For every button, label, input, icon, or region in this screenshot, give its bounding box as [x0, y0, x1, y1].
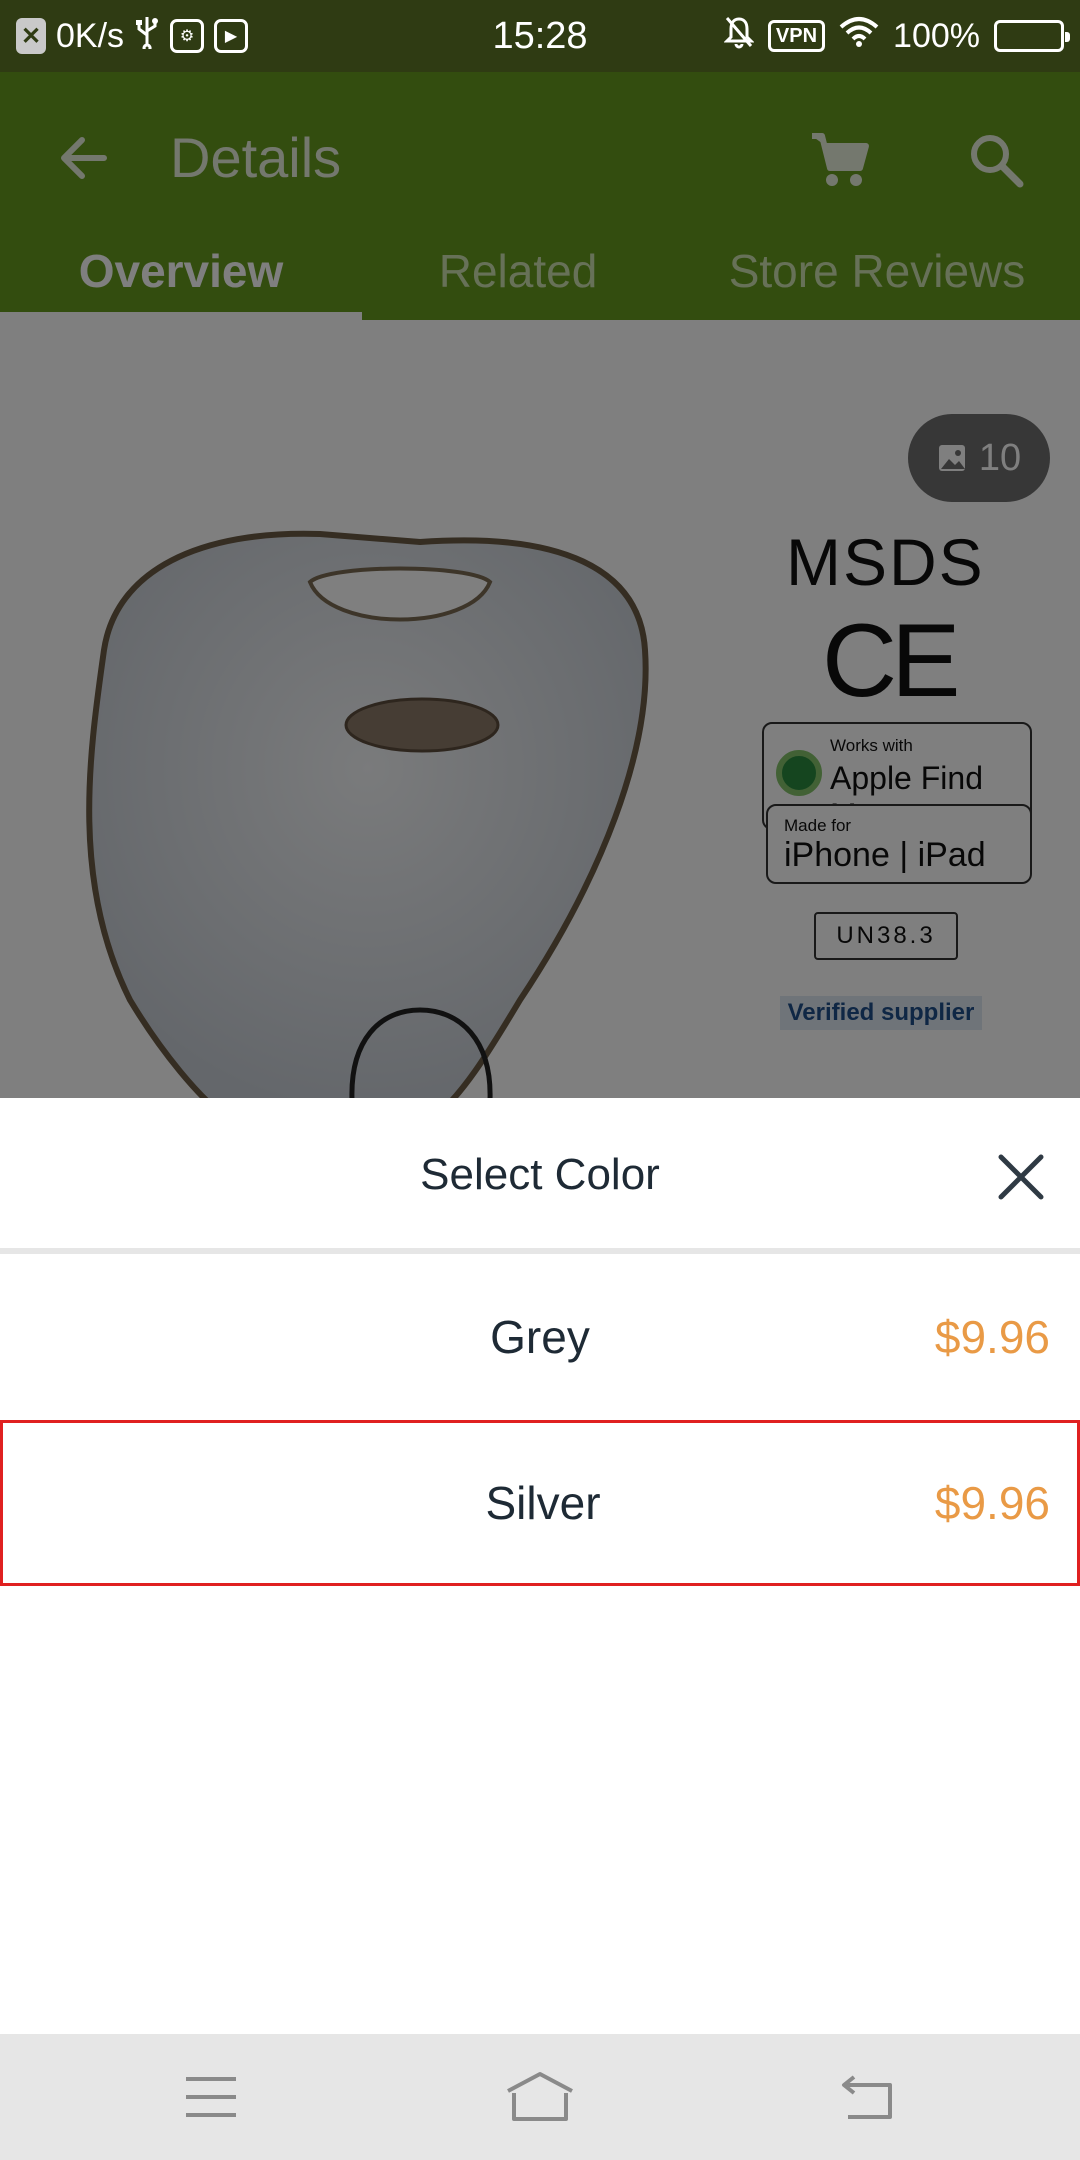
close-icon	[998, 1154, 1044, 1200]
close-button[interactable]	[984, 1144, 1058, 1210]
color-option-silver[interactable]: Silver $9.96	[0, 1420, 1080, 1586]
notification-icon: ✕	[16, 18, 46, 54]
select-color-sheet: Select Color Grey $9.96 Silver $9.96	[0, 1098, 1080, 2034]
home-button[interactable]	[500, 2062, 580, 2132]
battery-percent: 100%	[893, 16, 980, 55]
usb-debug-icon: ⚙	[170, 19, 205, 53]
option-price: $9.96	[934, 1311, 1050, 1363]
modal-backdrop[interactable]	[0, 72, 1080, 1100]
sheet-title: Select Color	[420, 1150, 660, 1199]
option-name: Silver	[485, 1477, 601, 1529]
back-nav-button[interactable]	[828, 2062, 908, 2132]
wifi-icon	[839, 16, 879, 57]
status-left: ✕ 0K/s ⚙ ▶	[16, 0, 249, 72]
mute-icon	[723, 15, 755, 58]
status-bar: ✕ 0K/s ⚙ ▶ 15:28 VPN 100%	[0, 0, 1080, 72]
play-icon: ▶	[214, 19, 249, 53]
system-nav-bar	[0, 2034, 1080, 2160]
recent-apps-button[interactable]	[171, 2062, 251, 2132]
back-icon	[842, 2075, 892, 2119]
status-right: VPN 100%	[723, 0, 1070, 72]
sheet-header: Select Color	[0, 1098, 1080, 1248]
home-icon	[507, 2072, 573, 2121]
option-price: $9.96	[934, 1477, 1050, 1529]
option-name: Grey	[490, 1311, 590, 1363]
usb-icon	[134, 15, 160, 58]
vpn-icon: VPN	[767, 20, 826, 52]
menu-icon	[186, 2077, 236, 2117]
color-option-grey[interactable]: Grey $9.96	[0, 1254, 1080, 1420]
network-speed: 0K/s	[56, 16, 125, 55]
battery-icon	[994, 20, 1070, 52]
